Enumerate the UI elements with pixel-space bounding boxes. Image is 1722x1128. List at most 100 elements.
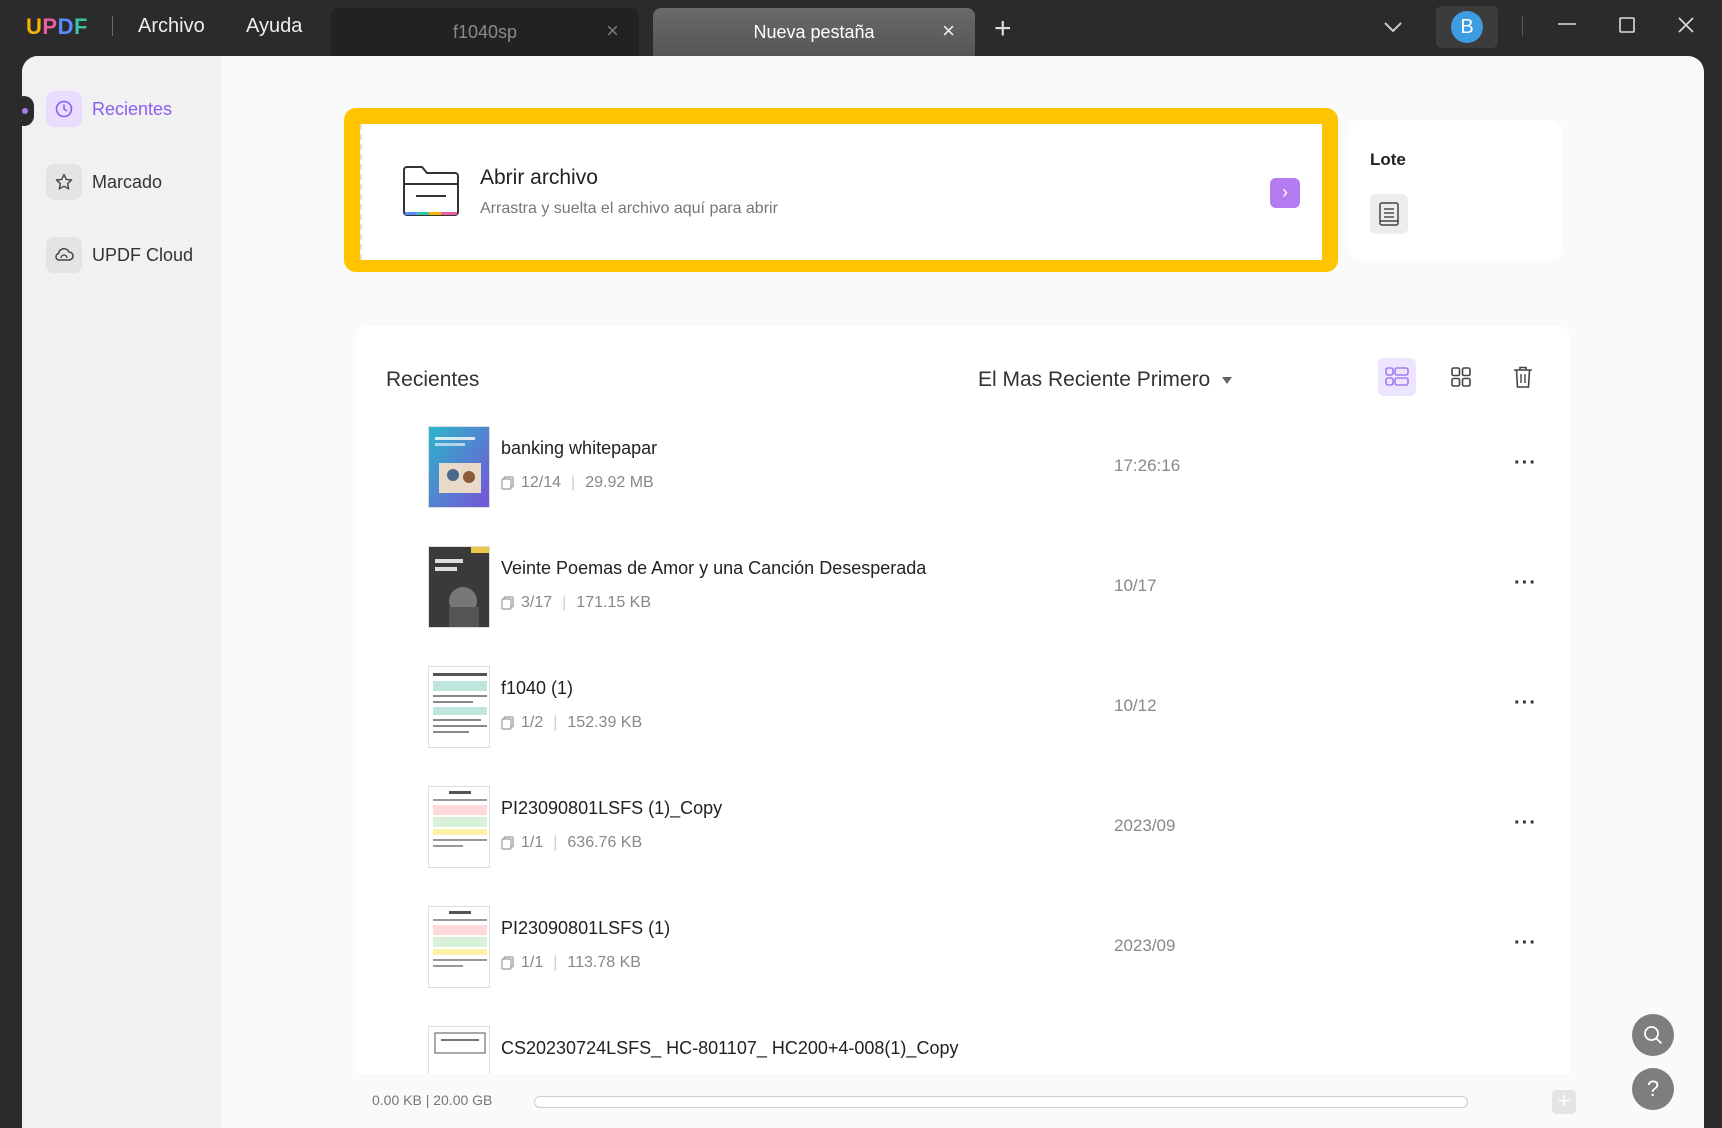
list-view-button[interactable] [1378,358,1416,396]
menu-archivo[interactable]: Archivo [138,15,205,38]
open-file-highlight: Abrir archivo Arrastra y suelta el archi… [344,108,1338,272]
file-thumbnail [428,786,490,868]
help-icon: ? [1646,1076,1660,1101]
cloud-icon [46,237,82,273]
more-options-icon[interactable]: ··· [1514,452,1537,475]
account-button[interactable]: B [1436,6,1498,48]
file-name: PI23090801LSFS (1) [501,918,671,938]
file-meta: 12/14 | 29.92 MB [501,474,654,492]
new-tab-plus-icon[interactable]: + [994,14,1012,44]
file-name: banking whitepapar [501,438,658,458]
search-icon [1644,1026,1663,1045]
close-tab-icon[interactable]: × [606,20,619,42]
more-options-icon[interactable]: ··· [1514,692,1537,715]
grid-view-icon [1451,367,1471,387]
help-button[interactable]: ? [1632,1068,1674,1110]
more-options-icon[interactable]: ··· [1514,932,1537,955]
file-pages: 3/17 [521,594,553,611]
file-meta: 3/17 | 171.15 KB [501,594,651,612]
file-time: 17:26:16 [1114,456,1181,475]
more-options-icon[interactable]: ··· [1514,812,1537,835]
table-row[interactable]: Veinte Poemas de Amor y una Canción Dese… [356,546,1570,666]
chevron-down-icon[interactable] [1382,16,1404,43]
close-window-icon[interactable] [1675,14,1697,41]
file-size: 171.15 KB [576,594,652,611]
caret-down-icon [1222,376,1233,384]
file-size: 636.76 KB [567,834,643,851]
folder-icon [400,162,462,225]
add-storage-button[interactable]: + [1552,1090,1576,1114]
file-name: PI23090801LSFS (1)_Copy [501,798,723,818]
pages-icon [501,476,514,490]
tab-nueva-pestana[interactable]: Nueva pestaña × [653,8,975,56]
batch-card[interactable]: Lote [1348,120,1562,260]
file-thumbnail [428,546,490,628]
table-row[interactable]: PI23090801LSFS (1) 1/1 | 113.78 KB 2023/09… [356,906,1570,1026]
app-window: Recientes Marcado UPDF Cloud Abrir archi… [22,56,1704,1128]
sidebar-item-label: Marcado [92,172,163,192]
trash-icon [1514,366,1532,388]
pages-icon [501,836,514,850]
avatar: B [1451,11,1483,43]
close-tab-icon[interactable]: × [942,20,955,42]
storage-progress-bar [534,1096,1468,1108]
sidebar-item-marcado[interactable]: Marcado [46,164,216,200]
file-meta: 1/2 | 152.39 KB [501,714,642,732]
recents-panel: Recientes El Mas Reciente Primero bankin… [356,326,1570,1128]
table-row[interactable]: banking whitepapar 12/14 | 29.92 MB 17:26:… [356,426,1570,546]
storage-usage: 0.00 KB | 20.00 GB [372,1092,493,1108]
file-pages: 1/2 [521,714,544,731]
list-view-icon [1385,367,1409,386]
file-pages: 1/1 [521,834,544,851]
more-options-icon[interactable]: ··· [1514,572,1537,595]
tab-f1040sp[interactable]: f1040sp × [331,8,639,56]
title-bar: UPDF Archivo Ayuda f1040sp × Nueva pesta… [0,0,1722,56]
batch-title: Lote [1370,150,1406,169]
maximize-icon[interactable] [1616,14,1638,41]
file-pages: 12/14 [521,474,562,491]
sidebar-item-label: Recientes [92,99,173,119]
star-icon [46,164,82,200]
file-time: 10/12 [1114,696,1157,715]
file-pages: 1/1 [521,954,544,971]
title-divider [112,16,113,36]
open-file-arrow-button[interactable]: › [1270,178,1300,208]
menu-ayuda[interactable]: Ayuda [246,15,302,38]
sidebar-collapse-handle[interactable] [22,96,34,126]
file-time: 2023/09 [1114,936,1176,955]
recent-files-list: banking whitepapar 12/14 | 29.92 MB 17:26:… [356,426,1570,1092]
sort-dropdown[interactable]: El Mas Reciente Primero [978,368,1233,392]
grid-view-button[interactable] [1442,358,1480,396]
file-size: 152.39 KB [567,714,643,731]
search-button[interactable] [1632,1014,1674,1056]
open-file-dropzone[interactable]: Abrir archivo Arrastra y suelta el archi… [360,124,1322,260]
file-time: 10/17 [1114,576,1157,595]
sidebar-item-recientes[interactable]: Recientes [46,91,216,127]
file-name: CS20230724LSFS_ HC-801107_ HC200+4-008(1… [501,1038,959,1058]
clock-icon [46,91,82,127]
storage-footer: 0.00 KB | 20.00 GB + [356,1074,1576,1128]
sidebar: Recientes Marcado UPDF Cloud [22,56,222,1128]
table-row[interactable]: f1040 (1) 1/2 | 152.39 KB 10/12 ··· [356,666,1570,786]
file-thumbnail [428,426,490,508]
file-size: 29.92 MB [585,474,654,491]
sidebar-item-updf-cloud[interactable]: UPDF Cloud [46,237,216,273]
file-size: 113.78 KB [567,954,641,971]
open-file-title: Abrir archivo [480,166,598,189]
file-time: 2023/09 [1114,816,1176,835]
window-divider [1522,16,1523,36]
tab-label: Nueva pestaña [753,22,875,42]
file-name: Veinte Poemas de Amor y una Canción Dese… [501,558,927,578]
recents-title: Recientes [386,368,480,391]
file-meta: 1/1 | 113.78 KB [501,954,641,972]
file-thumbnail [428,666,490,748]
table-row[interactable]: PI23090801LSFS (1)_Copy 1/1 | 636.76 KB 20… [356,786,1570,906]
open-file-subtitle: Arrastra y suelta el archivo aquí para a… [480,200,778,217]
batch-stack-icon [1370,194,1408,234]
trash-button[interactable] [1504,358,1542,396]
pages-icon [501,956,514,970]
file-meta: 1/1 | 636.76 KB [501,834,642,852]
file-name: f1040 (1) [501,678,574,698]
sort-label: El Mas Reciente Primero [978,368,1211,391]
minimize-icon[interactable] [1556,12,1578,39]
